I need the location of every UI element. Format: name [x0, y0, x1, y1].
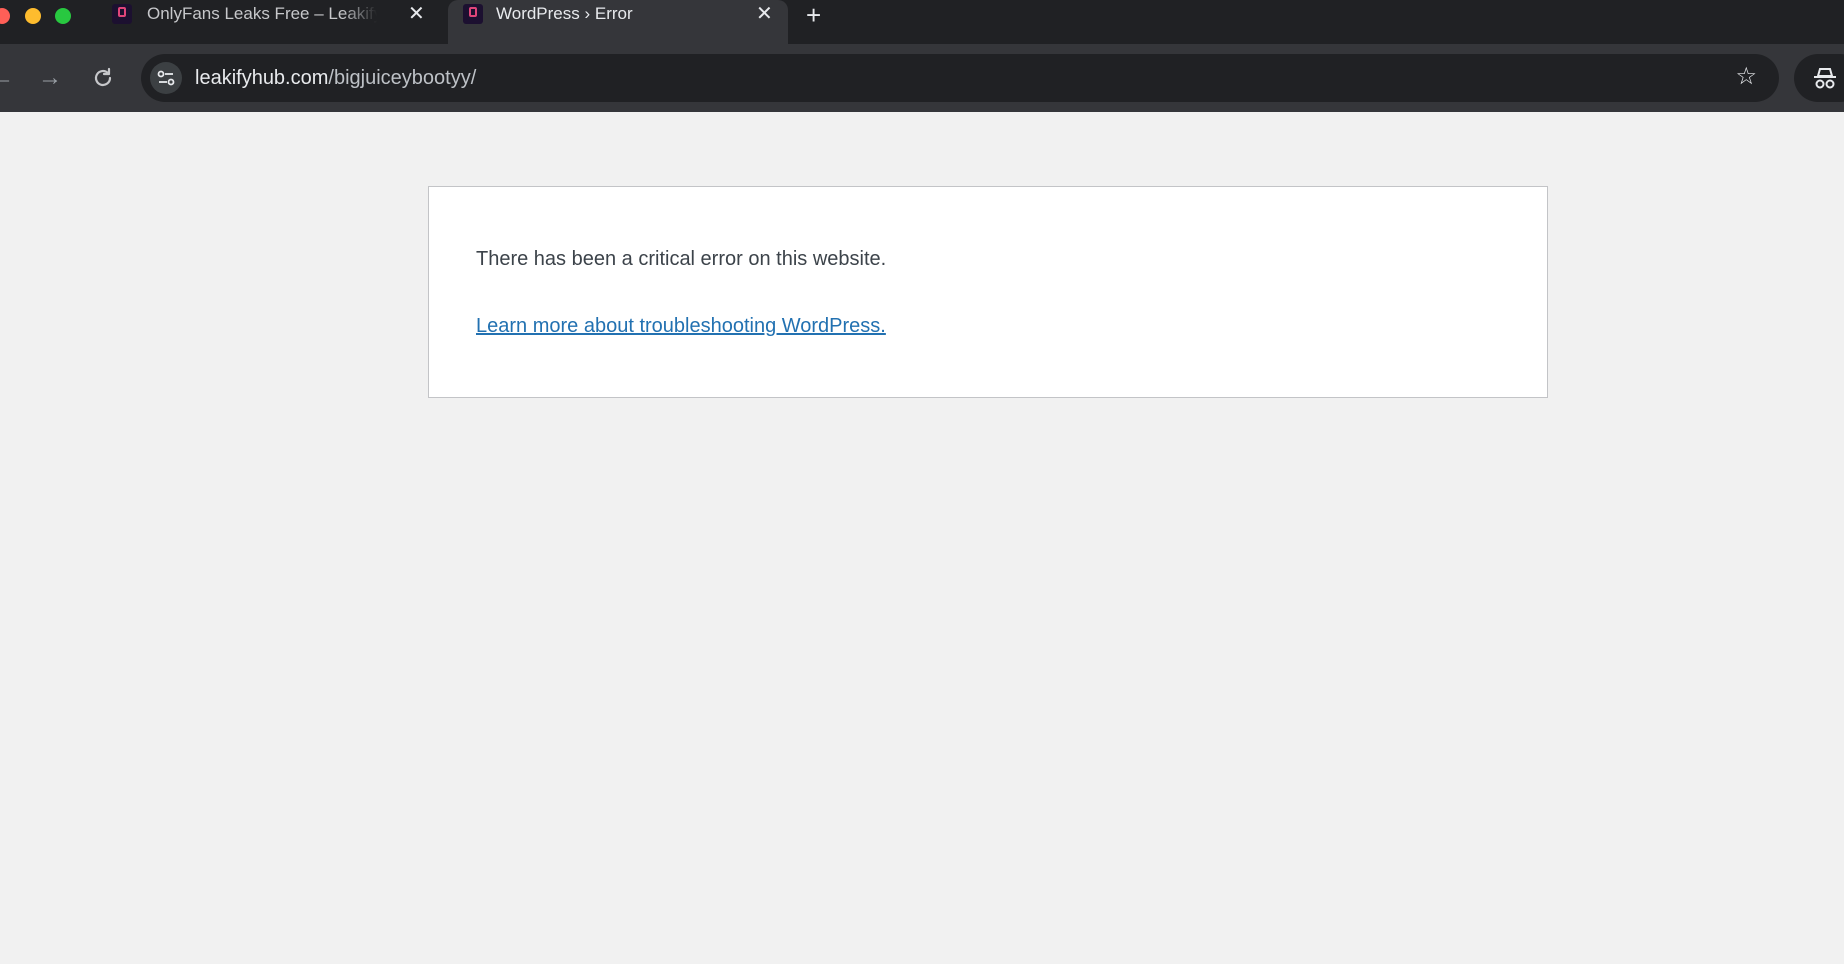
- tab-strip: OnlyFans Leaks Free – Leakify ✕ WordPres…: [0, 0, 1844, 44]
- close-window-button[interactable]: [0, 8, 10, 24]
- browser-toolbar: ← → leakifyhub.com/bigjuiceybootyy/ ☆: [0, 44, 1844, 112]
- tab-title: OnlyFans Leaks Free – Leakify: [147, 4, 377, 23]
- tab-wordpress-error[interactable]: WordPress › Error ✕: [448, 0, 788, 44]
- back-arrow-icon[interactable]: ←: [0, 66, 14, 90]
- forward-arrow-icon[interactable]: →: [38, 66, 62, 90]
- url-domain: leakifyhub.com: [195, 67, 329, 89]
- incognito-icon: [1812, 66, 1838, 90]
- troubleshooting-link[interactable]: Learn more about troubleshooting WordPre…: [476, 315, 886, 338]
- error-message: There has been a critical error on this …: [476, 248, 887, 270]
- url-path: /bigjuiceybootyy/: [328, 67, 477, 89]
- tab-onlyfans-leaks[interactable]: OnlyFans Leaks Free – Leakify ✕: [98, 0, 438, 44]
- close-tab-icon[interactable]: ✕: [756, 2, 773, 26]
- close-tab-icon[interactable]: ✕: [408, 2, 425, 26]
- site-favicon-icon: [463, 4, 483, 24]
- address-bar[interactable]: leakifyhub.com/bigjuiceybootyy/ ☆: [141, 54, 1779, 102]
- incognito-profile-button[interactable]: [1794, 54, 1844, 102]
- url-text[interactable]: leakifyhub.com/bigjuiceybootyy/: [195, 67, 476, 90]
- error-card: There has been a critical error on this …: [428, 186, 1548, 398]
- site-favicon-icon: [112, 4, 132, 24]
- reload-icon[interactable]: [91, 66, 115, 95]
- zoom-window-button[interactable]: [55, 8, 71, 24]
- bookmark-star-icon[interactable]: ☆: [1735, 63, 1757, 91]
- site-info-tune-icon[interactable]: [150, 62, 182, 94]
- minimize-window-button[interactable]: [25, 8, 41, 24]
- new-tab-plus-icon[interactable]: +: [806, 0, 821, 30]
- tab-title: WordPress › Error: [496, 4, 633, 23]
